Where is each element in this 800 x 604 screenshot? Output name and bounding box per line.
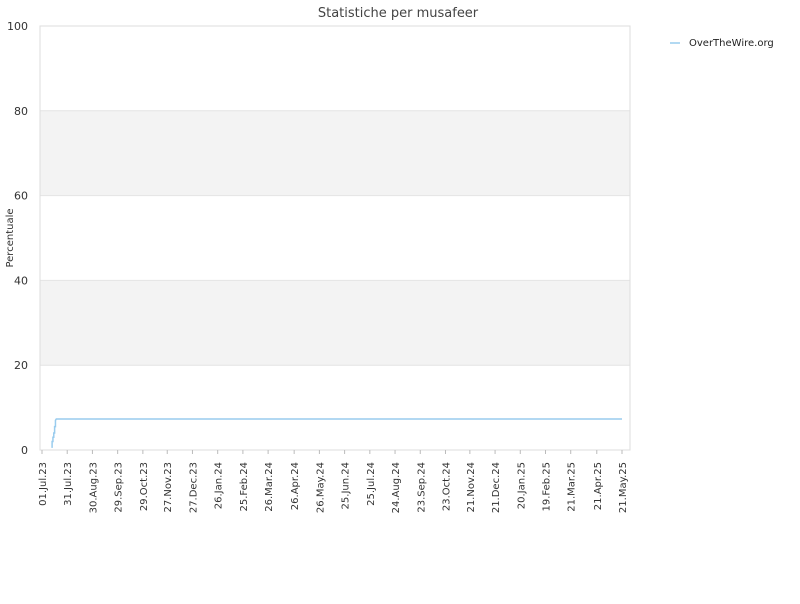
x-tick-label: 25.Jul.24	[366, 462, 377, 506]
series-line	[51, 418, 622, 448]
x-tick-label: 26.Mar.24	[264, 462, 275, 512]
alternating-bands	[40, 110, 630, 366]
x-tick-label: 25.Feb.24	[239, 462, 250, 512]
x-tick-label: 29.Sep.23	[114, 462, 125, 513]
plot-frame	[39, 25, 631, 451]
x-tick-label: 23.Sep.24	[416, 462, 427, 513]
x-tick-label: 01.Jul.23	[38, 462, 49, 506]
x-tick-label: 27.Nov.23	[163, 462, 174, 513]
x-tick-label: 29.Oct.23	[139, 462, 150, 511]
x-tick-label: 21.Apr.25	[593, 462, 604, 510]
plot-band	[40, 110, 630, 196]
x-axis-ticks: 01.Jul.23 31.Jul.23 30.Aug.23 29.Sep.23 29.O…	[38, 450, 629, 513]
x-tick-label: 21.May.25	[618, 462, 629, 513]
legend-label: OverTheWire.org	[689, 38, 774, 49]
x-tick-label: 23.Oct.24	[441, 462, 452, 511]
y-tick-label: 0	[21, 444, 28, 457]
x-tick-label: 26.Jan.24	[214, 462, 225, 509]
series-layer	[51, 418, 622, 448]
y-tick-label: 100	[7, 20, 28, 33]
y-tick-label: 60	[14, 190, 28, 203]
chart: Statistiche per musafeer 0 20 40 60 80 100 01…	[0, 0, 800, 600]
x-tick-label: 20.Jan.25	[516, 462, 527, 509]
x-tick-label: 21.Mar.25	[567, 462, 578, 512]
y-axis-label: Percentuale	[5, 208, 16, 267]
x-tick-label: 26.Apr.24	[290, 462, 301, 510]
x-tick-label: 24.Aug.24	[391, 462, 402, 513]
y-tick-label: 80	[14, 105, 28, 118]
chart-title: Statistiche per musafeer	[318, 6, 479, 21]
x-tick-label: 26.May.24	[315, 462, 326, 513]
x-tick-label: 30.Aug.23	[88, 462, 99, 513]
legend[interactable]: OverTheWire.org	[670, 38, 774, 49]
y-tick-label: 40	[14, 274, 28, 287]
x-tick-label: 31.Jul.23	[63, 462, 74, 506]
x-tick-label: 21.Dec.24	[491, 462, 502, 513]
x-tick-label: 25.Jun.24	[341, 462, 352, 509]
y-tick-label: 20	[14, 359, 28, 372]
chart-svg: Statistiche per musafeer 0 20 40 60 80 100 01…	[5, 6, 774, 513]
x-tick-label: 27.Dec.23	[188, 462, 199, 513]
x-tick-label: 21.Nov.24	[466, 462, 477, 513]
x-tick-label: 19.Feb.25	[542, 462, 553, 512]
plot-band	[40, 280, 630, 366]
